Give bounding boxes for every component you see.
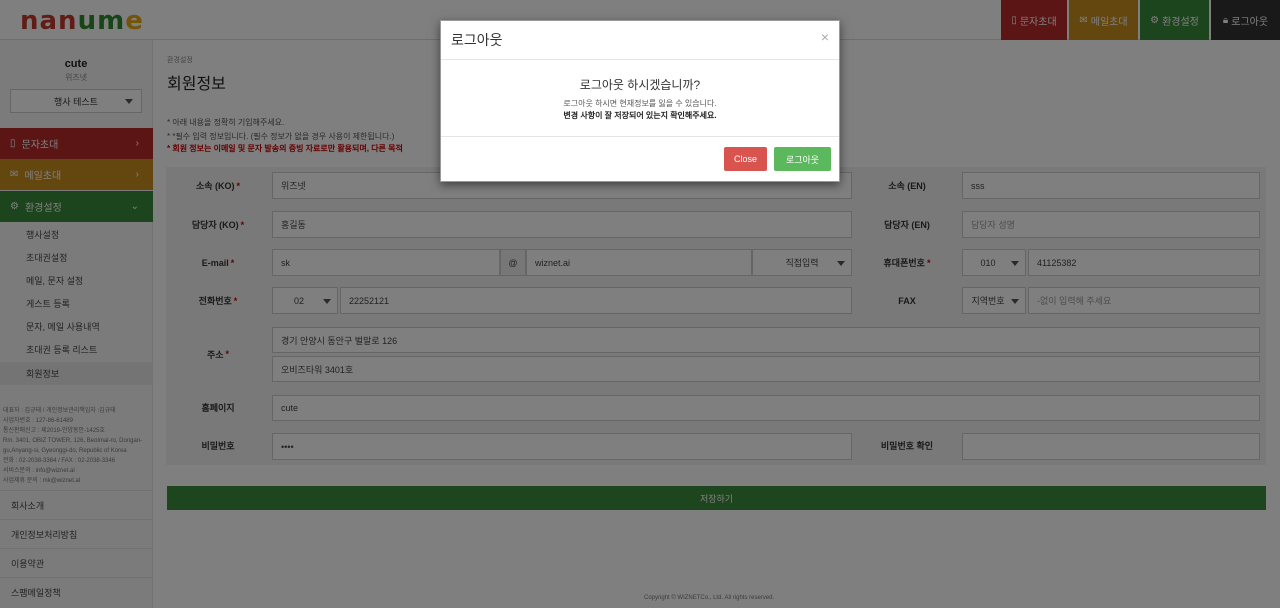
modal-question: 로그아웃 하시겠습니까?: [579, 78, 701, 92]
modal-message-line2: 변경 사항이 잘 저장되어 있는지 확인해주세요.: [563, 111, 717, 120]
modal-logout-label: 로그아웃: [785, 154, 820, 165]
modal-header: 로그아웃 ×: [441, 21, 839, 60]
modal-close-label: Close: [733, 154, 757, 164]
modal-title: 로그아웃: [451, 32, 503, 48]
close-icon[interactable]: ×: [821, 29, 829, 45]
modal-body: 로그아웃 하시겠습니까? 로그아웃 하시면 현재정보를 잃을 수 있습니다. 변…: [441, 60, 839, 137]
logout-modal: 로그아웃 × 로그아웃 하시겠습니까? 로그아웃 하시면 현재정보를 잃을 수 …: [440, 20, 840, 182]
modal-close-button[interactable]: Close: [724, 147, 767, 171]
modal-logout-button[interactable]: 로그아웃: [774, 147, 831, 171]
modal-message-line1: 로그아웃 하시면 현재정보를 잃을 수 있습니다.: [563, 99, 717, 108]
